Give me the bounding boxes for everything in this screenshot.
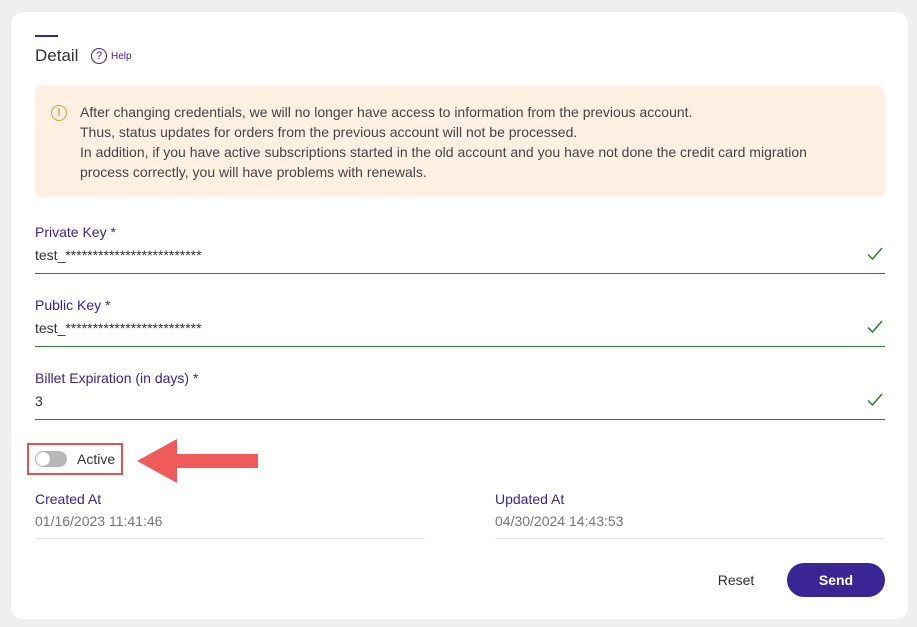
billet-expiration-label: Billet Expiration (in days) * bbox=[35, 370, 199, 386]
updated-at-label: Updated At bbox=[495, 491, 565, 507]
alert-line: Thus, status updates for orders from the… bbox=[80, 124, 578, 140]
check-icon bbox=[867, 320, 883, 334]
detail-card: Detail ? Help ! After changing credentia… bbox=[11, 12, 908, 619]
alert-line: process correctly, you will have problem… bbox=[80, 164, 427, 180]
reset-button[interactable]: Reset bbox=[703, 563, 769, 597]
active-toggle-label: Active bbox=[77, 451, 116, 467]
active-toggle[interactable] bbox=[35, 451, 67, 467]
alert-line: In addition, if you have active subscrip… bbox=[80, 144, 807, 160]
warning-alert: ! After changing credentials, we will no… bbox=[35, 86, 885, 197]
check-icon bbox=[867, 393, 883, 407]
updated-at-block: Updated At 04/30/2024 14:43:53 bbox=[495, 491, 885, 539]
billet-expiration-input[interactable] bbox=[35, 393, 835, 409]
active-toggle-highlight: Active bbox=[27, 443, 123, 475]
help-label: Help bbox=[111, 50, 132, 62]
billet-expiration-field: Billet Expiration (in days) * bbox=[35, 370, 885, 420]
updated-at-value: 04/30/2024 14:43:53 bbox=[495, 513, 624, 529]
alert-line: After changing credentials, we will no l… bbox=[80, 104, 693, 120]
public-key-label: Public Key * bbox=[35, 297, 111, 313]
private-key-field: Private Key * bbox=[35, 224, 885, 274]
send-button[interactable]: Send bbox=[787, 563, 885, 597]
help-icon: ? bbox=[91, 48, 107, 64]
check-icon bbox=[867, 247, 883, 261]
public-key-input[interactable] bbox=[35, 320, 835, 336]
page-title: Detail bbox=[35, 46, 79, 65]
private-key-input[interactable] bbox=[35, 247, 835, 263]
pointer-arrow-icon bbox=[137, 439, 258, 483]
help-link[interactable]: ? Help bbox=[91, 48, 132, 64]
toggle-knob bbox=[36, 452, 50, 466]
alert-message: After changing credentials, we will no l… bbox=[80, 102, 807, 182]
created-at-block: Created At 01/16/2023 11:41:46 bbox=[35, 491, 425, 539]
title-accent-bar bbox=[35, 35, 58, 37]
warning-icon: ! bbox=[51, 105, 67, 121]
public-key-field: Public Key * bbox=[35, 297, 885, 347]
created-at-value: 01/16/2023 11:41:46 bbox=[35, 513, 163, 529]
private-key-label: Private Key * bbox=[35, 224, 116, 240]
created-at-label: Created At bbox=[35, 491, 102, 507]
